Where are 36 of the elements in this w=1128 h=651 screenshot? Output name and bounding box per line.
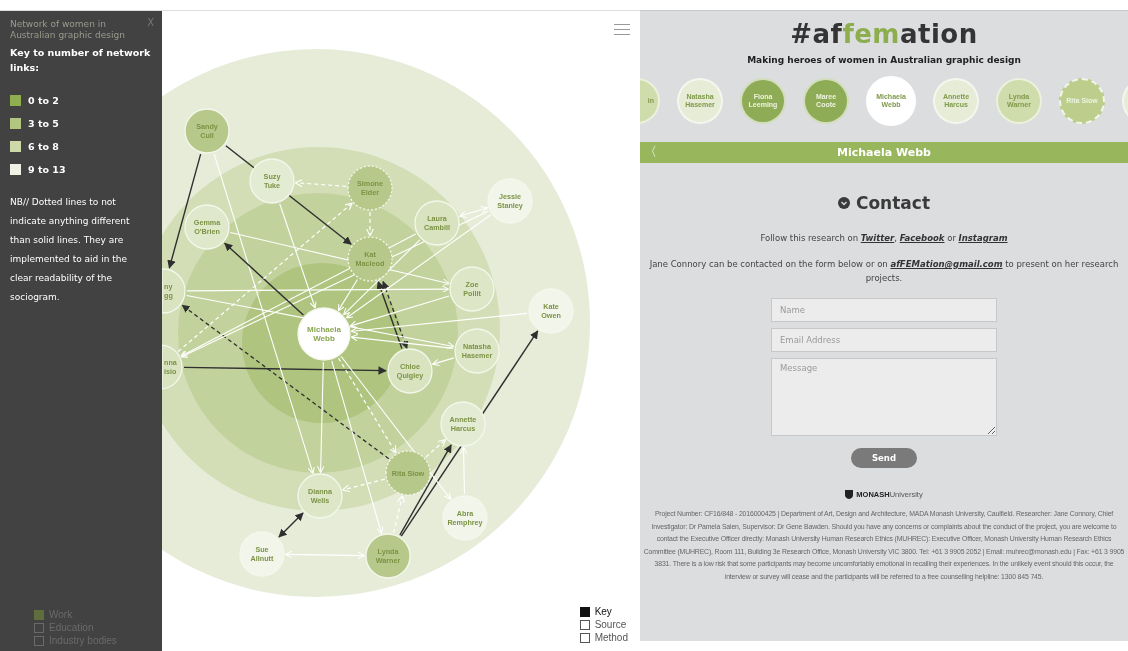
checkbox[interactable] bbox=[579, 619, 590, 630]
input-field[interactable]: Email Address bbox=[771, 328, 997, 352]
legend-label: 9 to 13 bbox=[28, 164, 66, 175]
checkbox[interactable] bbox=[34, 622, 44, 633]
panel-title: Network of women in Australian graphic design bbox=[10, 19, 126, 41]
back-button[interactable]: 〈 bbox=[644, 143, 657, 161]
text-link[interactable]: Facebook bbox=[899, 233, 945, 243]
chevron-circle-icon bbox=[837, 197, 850, 209]
legend-label: 6 to 8 bbox=[28, 141, 59, 152]
legend-label: 0 to 2 bbox=[28, 95, 59, 106]
note-text: NB// Dotted lines to not indicate anything different than solid lines. They are implemented to aid in the clear readability of the sociogram. bbox=[10, 196, 131, 304]
legend-label: 3 to 5 bbox=[28, 118, 59, 129]
message-field[interactable]: Message bbox=[771, 358, 997, 436]
checkbox[interactable] bbox=[579, 606, 590, 617]
menu-icon[interactable] bbox=[614, 23, 630, 36]
contact-info-text: Jane Connory can be contacted on the form below or on afFEMation@gmail.com to present on her research projects. bbox=[648, 258, 1120, 285]
shield-icon bbox=[845, 490, 854, 499]
text-link[interactable]: afFEMation@gmail.com bbox=[890, 259, 1003, 269]
text-link[interactable]: Instagram bbox=[958, 233, 1008, 243]
filter-option[interactable]: Key bbox=[579, 606, 628, 617]
key-heading: Key to number of network links: bbox=[10, 46, 152, 75]
text-link[interactable]: Twitter bbox=[860, 233, 895, 243]
follow-text: Follow this research on Twitter, Facebook or Instagram bbox=[759, 232, 1009, 245]
filter-option[interactable]: Source bbox=[579, 619, 628, 630]
checkbox[interactable] bbox=[579, 632, 590, 643]
checkbox[interactable] bbox=[34, 635, 44, 646]
checkbox[interactable] bbox=[34, 609, 44, 620]
connector-line bbox=[278, 512, 304, 538]
contact-heading: Contact bbox=[855, 193, 931, 213]
profile-name: Michaela Webb bbox=[837, 146, 931, 159]
filter-option[interactable]: Method bbox=[579, 632, 628, 643]
site-title: #affemation bbox=[790, 19, 978, 49]
send-button[interactable]: Send bbox=[851, 448, 917, 468]
tagline: Making heroes of women in Australian graphic design bbox=[747, 55, 1021, 65]
person-node[interactable]: Michaela Webb bbox=[297, 307, 351, 361]
input-field[interactable]: Name bbox=[771, 298, 997, 322]
